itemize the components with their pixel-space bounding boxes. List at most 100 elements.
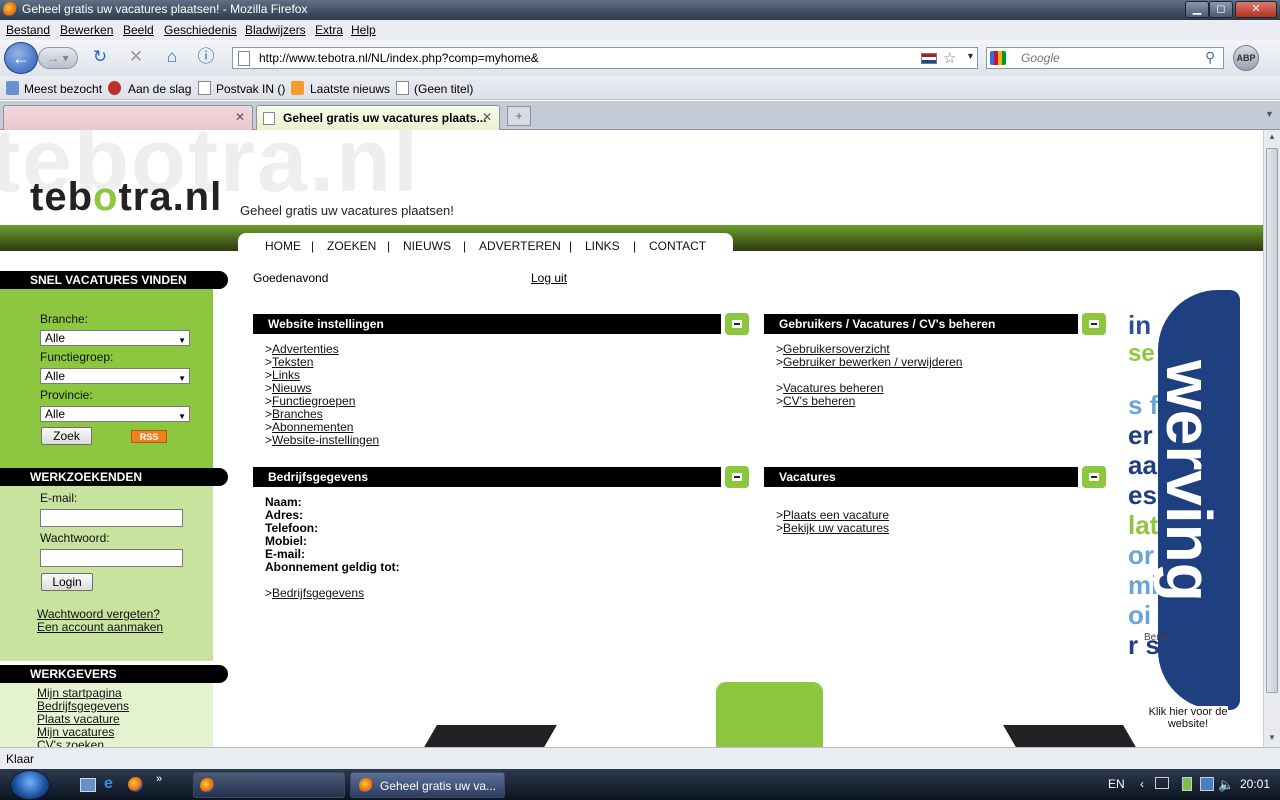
create-account-link[interactable]: Een account aanmaken (37, 620, 163, 634)
info-icon[interactable]: ⓘ (196, 47, 216, 67)
url-dropdown-icon[interactable]: ▼ (966, 51, 975, 61)
werkgevers-link-startpagina[interactable]: Mijn startpagina (37, 686, 122, 700)
clock[interactable]: 20:01 (1240, 777, 1270, 791)
home-icon[interactable]: ⌂ (162, 47, 182, 67)
email-field[interactable] (40, 509, 183, 527)
show-desktop-icon[interactable] (80, 778, 96, 792)
network-icon[interactable] (1155, 777, 1169, 789)
functiegroep-select[interactable]: Alle ▼ (40, 368, 190, 384)
tab-first[interactable]: ✕ (3, 105, 253, 130)
link-functiegroepen[interactable]: >Functiegroepen (265, 394, 355, 408)
logout-link[interactable]: Log uit (531, 271, 567, 285)
collapse-vacatures-button[interactable] (1082, 466, 1106, 488)
menu-help[interactable]: Help (351, 23, 376, 37)
menu-bestand[interactable]: Bestand (6, 23, 50, 37)
nav-links[interactable]: LINKS (585, 239, 620, 253)
bookmark-laatste-nieuws[interactable]: Laatste nieuws (310, 82, 390, 96)
nav-contact[interactable]: CONTACT (649, 239, 706, 253)
forgot-password-link[interactable]: Wachtwoord vergeten? (37, 607, 160, 621)
page-scrollbar[interactable]: ▲ ▼ (1263, 130, 1280, 747)
link-vacatures-beheren[interactable]: >Vacatures beheren (776, 381, 884, 395)
google-icon[interactable] (990, 51, 1006, 65)
tab-active[interactable]: Geheel gratis uw vacatures plaats... ✕ (256, 105, 500, 130)
werkgevers-link-cv-zoeken[interactable]: CV's zoeken (37, 738, 104, 747)
site-logo[interactable]: tebotra.nl (30, 175, 222, 220)
firefox-icon (200, 778, 215, 793)
internet-explorer-icon[interactable]: e (104, 775, 113, 793)
tray-arrow-icon[interactable]: ‹ (1140, 777, 1144, 791)
provincie-select[interactable]: Alle ▼ (40, 406, 190, 422)
werkgevers-link-mijn-vacatures[interactable]: Mijn vacatures (37, 725, 114, 739)
menu-bewerken[interactable]: Bewerken (60, 23, 113, 37)
bookmark-aan-de-slag[interactable]: Aan de slag (128, 82, 191, 96)
collapse-website-settings-button[interactable] (725, 313, 749, 335)
maximize-button[interactable]: ◻ (1209, 1, 1233, 18)
minimize-button[interactable]: ▁ (1185, 1, 1209, 18)
bookmark-star-icon[interactable]: ☆ (943, 49, 956, 67)
link-abonnementen[interactable]: >Abonnementen (265, 420, 353, 434)
link-cvs-beheren[interactable]: >CV's beheren (776, 394, 855, 408)
close-tab-icon[interactable]: ✕ (482, 110, 492, 124)
link-website-instellingen[interactable]: >Website-instellingen (265, 433, 379, 447)
taskbar-item-firefox-2[interactable]: Geheel gratis uw va... (350, 772, 505, 798)
reload-icon[interactable]: ↻ (90, 47, 110, 67)
more-icon[interactable]: » (156, 773, 162, 785)
tray-app-icon[interactable] (1200, 777, 1214, 791)
link-gebruiker-bewerken[interactable]: >Gebruiker bewerken / verwijderen (776, 355, 962, 369)
url-text[interactable]: http://www.tebotra.nl/NL/index.php?comp=… (259, 51, 539, 65)
login-button[interactable]: Login (41, 573, 93, 591)
collapse-gebruikers-button[interactable] (1082, 313, 1106, 335)
link-bedrijfsgegevens[interactable]: >Bedrijfsgegevens (265, 586, 364, 600)
branche-select[interactable]: Alle ▼ (40, 330, 190, 346)
scrollbar-thumb[interactable] (1266, 148, 1278, 693)
werkzoekenden-panel: E-mail: Wachtwoord: Login Wachtwoord ver… (0, 477, 213, 661)
link-gebruikersoverzicht[interactable]: >Gebruikersoverzicht (776, 342, 890, 356)
menu-beeld[interactable]: Beeld (123, 23, 154, 37)
bookmark-meest-bezocht[interactable]: Meest bezocht (24, 82, 102, 96)
search-icon[interactable]: ⚲ (1205, 49, 1215, 66)
ad-click-text[interactable]: Klik hier voor de website! (1148, 706, 1228, 730)
link-teksten[interactable]: >Teksten (265, 355, 313, 369)
url-bar[interactable]: http://www.tebotra.nl/NL/index.php?comp=… (232, 47, 978, 69)
rss-button[interactable]: RSS (131, 430, 167, 443)
adblock-icon[interactable]: ABP (1233, 45, 1259, 71)
nav-nieuws[interactable]: NIEUWS (403, 239, 451, 253)
werkgevers-link-plaats-vacature[interactable]: Plaats vacature (37, 712, 120, 726)
tab-list-icon[interactable]: ▼ (1265, 109, 1274, 119)
zoek-button[interactable]: Zoek (41, 427, 92, 445)
bookmark-geen-titel[interactable]: (Geen titel) (414, 82, 473, 96)
menu-geschiedenis[interactable]: Geschiedenis (164, 23, 237, 37)
language-indicator[interactable]: EN (1108, 777, 1125, 791)
firefox-quicklaunch-icon[interactable] (128, 777, 143, 792)
password-field[interactable] (40, 549, 183, 567)
new-tab-button[interactable]: + (507, 106, 531, 126)
link-plaats-vacature[interactable]: >Plaats een vacature (776, 508, 889, 522)
menu-extra[interactable]: Extra (315, 23, 343, 37)
link-links[interactable]: >Links (265, 368, 300, 382)
search-input[interactable] (1019, 50, 1199, 66)
most-visited-icon (6, 81, 19, 95)
link-nieuws[interactable]: >Nieuws (265, 381, 311, 395)
nav-adverteren[interactable]: ADVERTEREN (479, 239, 561, 253)
link-branches[interactable]: >Branches (265, 407, 323, 421)
volume-icon[interactable]: 🔈 (1218, 777, 1234, 793)
bookmark-postvak-in[interactable]: Postvak IN () (216, 82, 285, 96)
nav-zoeken[interactable]: ZOEKEN (327, 239, 376, 253)
start-button[interactable] (10, 770, 50, 800)
back-arrow-icon[interactable]: ← (4, 42, 38, 74)
link-bekijk-vacatures[interactable]: >Bekijk uw vacatures (776, 521, 889, 535)
taskbar-item-firefox-1[interactable] (193, 772, 345, 798)
close-tab-icon[interactable]: ✕ (235, 110, 245, 124)
forward-arrow-icon[interactable]: → ▾ (38, 47, 78, 69)
link-advertenties[interactable]: >Advertenties (265, 342, 339, 356)
nav-home[interactable]: HOME (265, 239, 301, 253)
close-window-button[interactable]: ✕ (1235, 1, 1277, 18)
battery-icon[interactable] (1182, 777, 1192, 791)
search-bar[interactable]: ⚲ (986, 47, 1224, 69)
collapse-bedrijfsgegevens-button[interactable] (725, 466, 749, 488)
werkgevers-link-bedrijfsgegevens[interactable]: Bedrijfsgegevens (37, 699, 129, 713)
stop-icon[interactable]: ✕ (126, 47, 146, 67)
vacatures-heading: Vacatures (764, 467, 1078, 487)
menu-bladwijzers[interactable]: Bladwijzers (245, 23, 306, 37)
advertisement-banner[interactable]: in se s fl er aa es latieg or mi oi r s … (1128, 280, 1243, 747)
